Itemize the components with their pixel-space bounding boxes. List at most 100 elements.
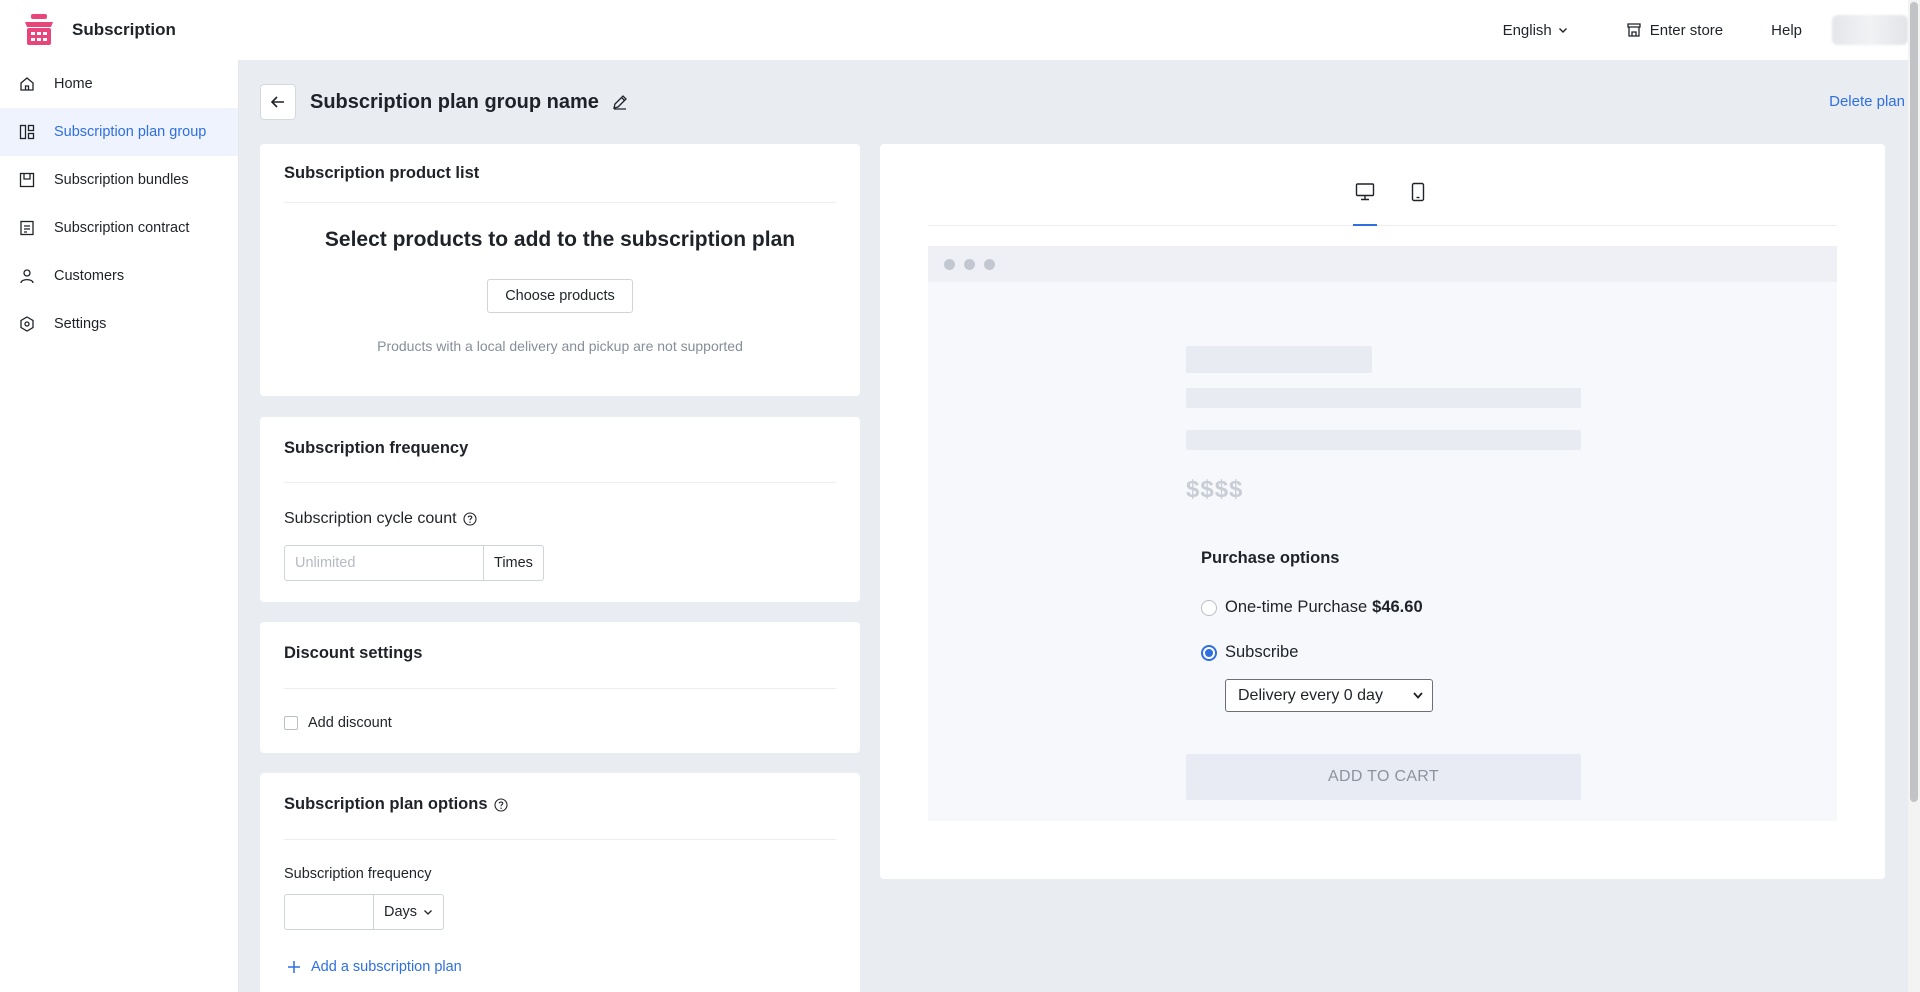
price-placeholder: $$$$ xyxy=(1186,476,1244,503)
card-title: Discount settings xyxy=(284,644,423,662)
divider xyxy=(284,202,836,203)
chevron-down-icon xyxy=(424,910,433,915)
app-name: Subscription xyxy=(72,20,176,39)
main-content: Subscription plan group name Delete plan… xyxy=(240,60,1908,992)
help-link[interactable]: Help xyxy=(1771,22,1802,39)
gear-icon xyxy=(18,315,36,333)
enter-store-link[interactable]: Enter store xyxy=(1626,22,1723,39)
arrow-left-icon xyxy=(270,96,284,108)
delivery-select-value: Delivery every 0 day xyxy=(1238,686,1383,704)
chevron-down-icon xyxy=(1413,692,1423,699)
window-dot xyxy=(964,258,975,270)
help-circle-icon[interactable] xyxy=(493,797,508,812)
frequency-unit-select[interactable]: Days xyxy=(374,894,445,930)
skeleton-line xyxy=(1186,430,1581,450)
cycle-count-group: Times xyxy=(284,545,544,581)
one-time-label: One-time Purchase xyxy=(1225,598,1368,616)
page-header: Subscription plan group name Delete plan xyxy=(260,84,1905,120)
top-bar: Subscription English Enter store Help xyxy=(0,0,1908,60)
divider xyxy=(284,482,836,483)
sidebar-item-subscription-plan-group[interactable]: Subscription plan group xyxy=(0,108,238,156)
plan-frequency-input[interactable] xyxy=(284,894,374,930)
cycle-count-label: Subscription cycle count xyxy=(284,510,477,528)
sidebar-item-label: Subscription bundles xyxy=(54,172,189,188)
bundle-icon xyxy=(18,171,36,189)
language-selector[interactable]: English xyxy=(1503,22,1568,39)
sidebar-item-settings[interactable]: Settings xyxy=(0,300,238,348)
home-icon xyxy=(18,75,36,93)
add-discount-label: Add discount xyxy=(308,715,392,731)
store-logo-icon xyxy=(25,14,53,45)
plan-options-title: Subscription plan options xyxy=(284,795,488,813)
tab-desktop-preview[interactable] xyxy=(1353,182,1377,226)
subscribe-label: Subscribe xyxy=(1225,643,1299,661)
product-list-card: Subscription product list Select product… xyxy=(260,144,860,396)
sidebar-item-customers[interactable]: Customers xyxy=(0,252,238,300)
cycle-count-label-text: Subscription cycle count xyxy=(284,510,457,527)
device-tabs xyxy=(928,144,1837,226)
cycle-unit-addon: Times xyxy=(484,545,544,581)
document-icon xyxy=(18,219,36,237)
select-products-heading: Select products to add to the subscripti… xyxy=(324,228,796,251)
add-to-cart-button[interactable]: ADD TO CART xyxy=(1186,754,1581,800)
skeleton-title xyxy=(1186,346,1372,373)
account-avatar[interactable] xyxy=(1832,15,1908,45)
sidebar-item-label: Customers xyxy=(54,268,125,284)
divider xyxy=(284,839,836,840)
plan-frequency-label: Subscription frequency xyxy=(284,866,432,882)
sidebar-item-label: Subscription contract xyxy=(54,220,190,236)
scrollbar-thumb[interactable] xyxy=(1910,2,1918,802)
one-time-radio[interactable] xyxy=(1201,599,1217,616)
one-time-price: $46.60 xyxy=(1372,598,1423,616)
page-title: Subscription plan group name xyxy=(310,90,599,113)
card-title: Subscription product list xyxy=(284,164,480,182)
mobile-phone-icon xyxy=(1411,182,1425,202)
add-discount-checkbox-row[interactable]: Add discount xyxy=(284,715,392,731)
page-scrollbar[interactable] xyxy=(1908,0,1920,992)
frequency-unit-value: Days xyxy=(384,904,418,920)
choose-products-button[interactable]: Choose products xyxy=(487,279,633,313)
plus-icon xyxy=(287,960,301,974)
cycle-count-input[interactable] xyxy=(284,545,484,581)
card-title: Subscription plan options xyxy=(284,795,508,814)
grid-icon xyxy=(18,123,36,141)
subscribe-option[interactable]: Subscribe xyxy=(1201,643,1298,662)
chevron-down-icon xyxy=(1558,28,1567,33)
browser-mockup: $$$$ Purchase options One-time Purchase … xyxy=(928,246,1837,821)
sidebar-item-subscription-bundles[interactable]: Subscription bundles xyxy=(0,156,238,204)
delivery-frequency-select[interactable]: Delivery every 0 day xyxy=(1225,679,1433,712)
user-icon xyxy=(18,267,36,285)
subscribe-radio[interactable] xyxy=(1201,644,1217,661)
enter-store-label: Enter store xyxy=(1649,21,1724,39)
widget-preview-card: $$$$ Purchase options One-time Purchase … xyxy=(880,144,1885,879)
brand[interactable]: Subscription xyxy=(0,13,176,47)
add-subscription-plan-label: Add a subscription plan xyxy=(311,959,462,975)
card-title: Subscription frequency xyxy=(284,439,469,457)
help-circle-icon[interactable] xyxy=(462,512,477,526)
language-label: English xyxy=(1502,21,1552,39)
sidebar: Home Subscription plan group Subscriptio… xyxy=(0,60,239,992)
skeleton-line xyxy=(1186,388,1581,408)
window-dot xyxy=(944,258,955,270)
add-discount-checkbox[interactable] xyxy=(284,716,298,730)
sidebar-item-subscription-contract[interactable]: Subscription contract xyxy=(0,204,238,252)
window-dot xyxy=(984,258,995,270)
tab-mobile-preview[interactable] xyxy=(1406,182,1430,226)
delivery-hint-text: Products with a local delivery and picku… xyxy=(377,338,743,354)
one-time-purchase-option[interactable]: One-time Purchase $46.60 xyxy=(1201,598,1423,617)
divider xyxy=(284,688,836,689)
plan-options-card: Subscription plan options Subscription f… xyxy=(260,773,860,992)
add-subscription-plan-link[interactable]: Add a subscription plan xyxy=(287,959,462,975)
plan-frequency-group: Days xyxy=(284,894,445,930)
purchase-options-title: Purchase options xyxy=(1201,549,1340,567)
discount-settings-card: Discount settings Add discount xyxy=(260,622,860,753)
subscription-frequency-card: Subscription frequency Subscription cycl… xyxy=(260,417,860,602)
sidebar-item-home[interactable]: Home xyxy=(0,60,238,108)
back-button[interactable] xyxy=(260,84,296,120)
delete-plan-link[interactable]: Delete plan xyxy=(1829,93,1905,110)
edit-pencil-icon[interactable] xyxy=(611,93,629,111)
browser-toolbar xyxy=(928,246,1837,282)
sidebar-item-label: Home xyxy=(54,76,93,92)
storefront-icon xyxy=(1627,23,1641,37)
sidebar-item-label: Settings xyxy=(54,316,107,332)
